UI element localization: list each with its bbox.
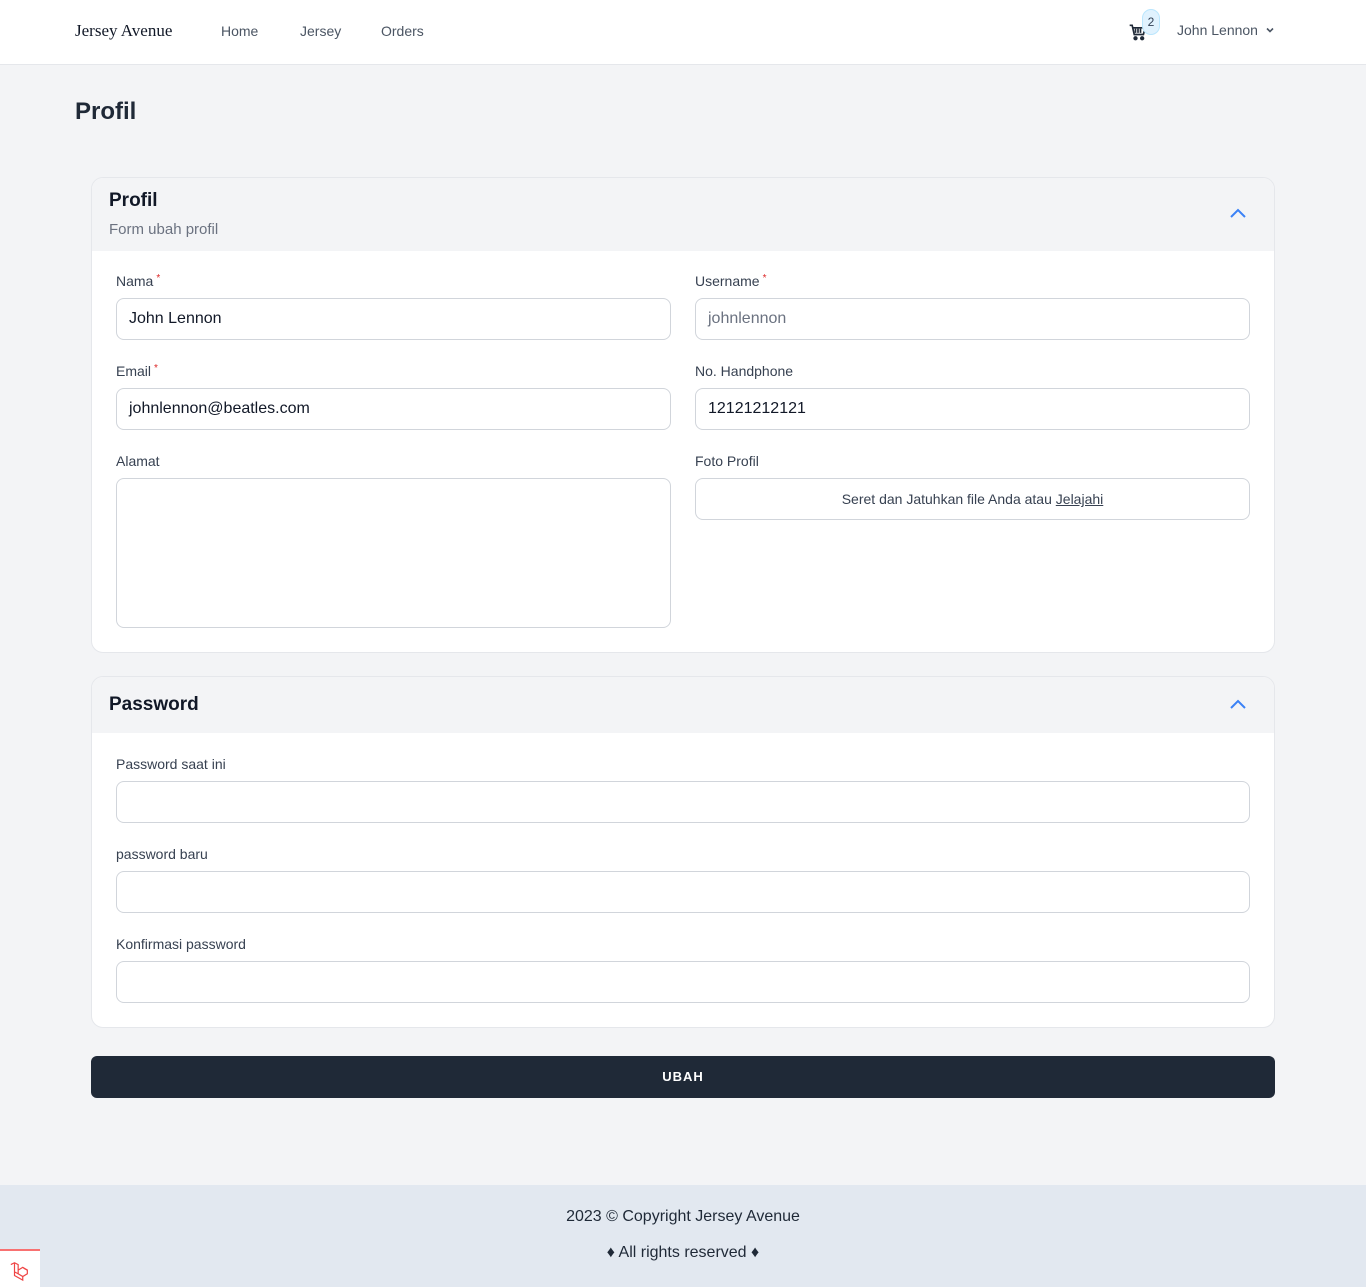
footer: 2023 © Copyright Jersey Avenue ♦ All rig… (0, 1185, 1366, 1287)
current-password-label: Password saat ini (116, 756, 226, 772)
page-title: Profil (75, 98, 137, 125)
password-card-title: Password (109, 694, 199, 715)
footer-rights: ♦ All rights reserved ♦ (606, 1244, 760, 1261)
new-password-input[interactable] (116, 871, 1250, 913)
new-password-label: password baru (116, 846, 208, 862)
ubah-button[interactable]: UBAH (91, 1056, 1275, 1098)
current-password-input[interactable] (116, 781, 1250, 823)
nav-jersey[interactable]: Jersey (300, 23, 341, 39)
footer-copyright: 2023 © Copyright Jersey Avenue (566, 1208, 800, 1225)
password-card-header[interactable]: Password (92, 677, 1274, 733)
email-label: Email * (116, 363, 158, 379)
alamat-textarea[interactable] (116, 478, 671, 628)
confirm-password-label: Konfirmasi password (116, 936, 246, 952)
foto-label: Foto Profil (695, 453, 759, 469)
nama-input[interactable]: John Lennon (116, 298, 671, 340)
username-input[interactable]: johnlennon (695, 298, 1250, 340)
profile-card-header[interactable]: Profil Form ubah profil (92, 178, 1274, 251)
phone-label: No. Handphone (695, 363, 794, 379)
username-label: Username * (695, 273, 767, 289)
chevron-up-icon[interactable] (1227, 203, 1249, 225)
chevron-up-icon[interactable] (1227, 694, 1249, 716)
chevron-down-icon (1266, 27, 1274, 33)
profile-card-subtitle: Form ubah profil (109, 221, 219, 238)
top-navbar: Jersey Avenue Home Jersey Orders 2 John … (0, 0, 1366, 65)
cart-count-badge: 2 (1142, 9, 1160, 35)
photo-dropzone[interactable]: Seret dan Jatuhkan file Anda atau Jelaja… (695, 478, 1250, 520)
email-input[interactable]: johnlennon@beatles.com (116, 388, 671, 430)
password-card: Password Password saat ini password baru… (91, 676, 1275, 1028)
user-dropdown[interactable]: John Lennon (1177, 22, 1276, 38)
profile-card-title: Profil (109, 190, 158, 211)
profile-card: Profil Form ubah profil Nama * John Lenno… (91, 177, 1275, 653)
nama-label: Nama * (116, 273, 161, 289)
user-name: John Lennon (1177, 22, 1258, 38)
laravel-debug-tab[interactable] (0, 1249, 40, 1287)
brand-logo[interactable]: Jersey Avenue (75, 21, 172, 41)
dropzone-text: Seret dan Jatuhkan file Anda atau (841, 491, 1052, 507)
phone-input[interactable]: 12121212121 (695, 388, 1250, 430)
browse-link[interactable]: Jelajahi (1056, 491, 1103, 507)
nav-orders[interactable]: Orders (381, 23, 424, 39)
alamat-label: Alamat (116, 453, 160, 469)
confirm-password-input[interactable] (116, 961, 1250, 1003)
nav-home[interactable]: Home (221, 23, 258, 39)
laravel-logo-icon (10, 1262, 28, 1282)
